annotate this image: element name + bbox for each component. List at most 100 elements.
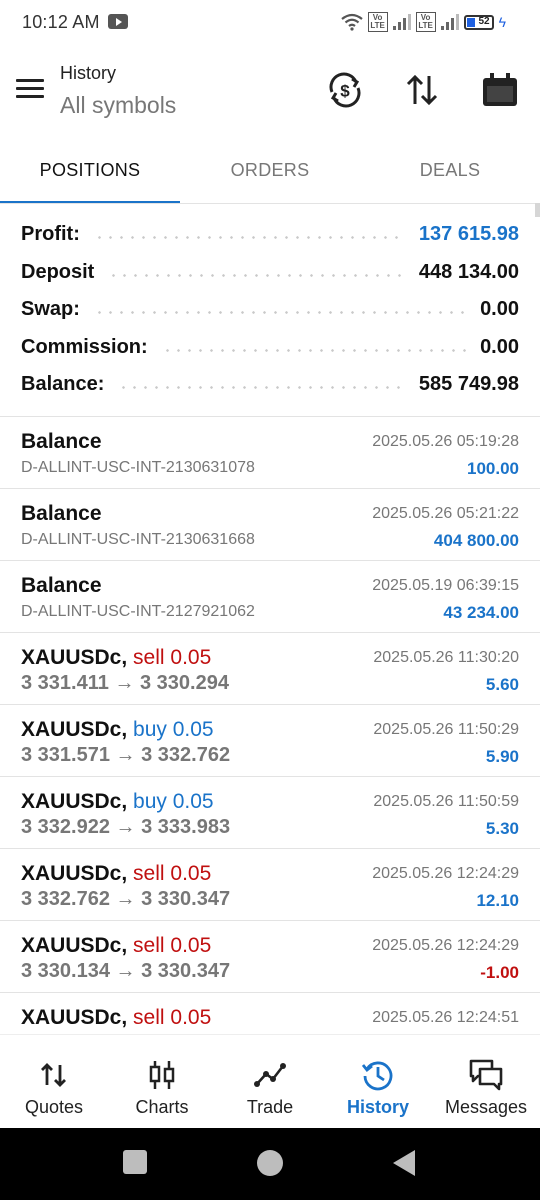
item-comment: D-ALLINT-USC-INT-2127921062: [21, 603, 255, 620]
arrow-icon: →: [115, 744, 136, 766]
item-amount: 100.00: [467, 459, 519, 478]
nav-messages[interactable]: Messages: [432, 1035, 540, 1128]
open-price: 3 332.922: [21, 816, 110, 838]
history-clock-icon: [361, 1061, 393, 1091]
nav-history[interactable]: History: [324, 1035, 432, 1128]
list-item[interactable]: XAUUSDc, sell 0.05 3 331.411 → 3 330.294…: [0, 633, 540, 705]
item-amount: 5.60: [485, 675, 519, 694]
nav-charts[interactable]: Charts: [108, 1035, 216, 1128]
item-symbol: XAUUSDc,: [21, 646, 128, 669]
calendar-icon[interactable]: [480, 70, 520, 110]
arrow-icon: →: [114, 672, 135, 694]
close-price: 3 330.347: [141, 888, 231, 910]
battery-level: 52: [478, 15, 490, 27]
item-symbol: XAUUSDc,: [21, 790, 128, 813]
arrow-icon: →: [115, 816, 136, 838]
item-amount: 5.30: [485, 819, 519, 838]
list-item[interactable]: XAUUSDc, sell 0.05 3 330.134 → 3 330.347…: [0, 921, 540, 993]
list-item[interactable]: XAUUSDc, sell 0.05 2025.05.26 12:24:51: [0, 993, 540, 1034]
currency-sync-icon[interactable]: $: [325, 70, 365, 110]
close-price: 3 332.762: [141, 744, 231, 766]
menu-icon[interactable]: [16, 79, 44, 99]
summary-profit: Profit: 137 615.98: [0, 216, 540, 254]
volte-icon-2: Vo LTE: [415, 12, 436, 32]
close-price: 3 330.347: [141, 960, 231, 982]
list-item[interactable]: XAUUSDc, buy 0.05 3 331.571 → 3 332.762 …: [0, 705, 540, 777]
home-button[interactable]: [257, 1150, 283, 1176]
summary-deposit: Deposit 448 134.00: [0, 254, 540, 292]
summary-label: Commission:: [21, 335, 148, 358]
sort-icon[interactable]: [402, 70, 442, 110]
trade-line-icon: [254, 1063, 286, 1087]
scrollbar[interactable]: [535, 203, 540, 217]
arrow-icon: →: [115, 888, 136, 910]
item-symbol: XAUUSDc,: [21, 1006, 128, 1029]
item-title: XAUUSDc, buy 0.05: [21, 718, 214, 742]
symbol-filter[interactable]: All symbols: [60, 92, 176, 119]
item-amount: 404 800.00: [433, 531, 519, 550]
item-time: 2025.05.26 11:30:20: [373, 649, 519, 666]
list-item[interactable]: Balance D-ALLINT-USC-INT-2130631668 2025…: [0, 489, 540, 561]
open-price: 3 331.571: [21, 744, 110, 766]
close-price: 3 330.294: [140, 672, 229, 694]
item-symbol: XAUUSDc,: [21, 718, 128, 741]
item-time: 2025.05.26 12:24:29: [372, 937, 519, 954]
status-bar: 10:12 AM Vo LTE Vo LTE 52 ϟ: [0, 0, 540, 48]
item-time: 2025.05.26 11:50:59: [373, 793, 519, 810]
youtube-notification-icon: [108, 14, 128, 29]
candlestick-icon: [149, 1061, 175, 1089]
nav-label: Trade: [246, 1097, 294, 1117]
back-button[interactable]: [393, 1150, 415, 1176]
item-side: buy 0.05: [133, 790, 214, 813]
app-header: History All symbols $: [0, 48, 540, 138]
item-title: XAUUSDc, buy 0.05: [21, 790, 214, 814]
item-prices: 3 331.411 → 3 330.294: [21, 672, 229, 695]
history-list[interactable]: Balance D-ALLINT-USC-INT-2130631078 2025…: [0, 417, 540, 1034]
signal-icon: [392, 14, 411, 30]
item-title: XAUUSDc, sell 0.05: [21, 934, 211, 958]
item-title: XAUUSDc, sell 0.05: [21, 1006, 211, 1030]
summary-value: 585 749.98: [418, 373, 519, 396]
open-price: 3 330.134: [21, 960, 110, 982]
item-title: Balance: [21, 430, 102, 453]
summary-label: Deposit: [21, 260, 95, 283]
tab-positions[interactable]: POSITIONS: [0, 138, 180, 204]
nav-label: Quotes: [24, 1097, 84, 1117]
signal-icon-2: [440, 14, 459, 30]
item-time: 2025.05.26 11:50:29: [373, 721, 519, 738]
nav-quotes[interactable]: Quotes: [0, 1035, 108, 1128]
item-comment: D-ALLINT-USC-INT-2130631078: [21, 459, 255, 476]
nav-label: Messages: [444, 1097, 528, 1117]
tab-deals[interactable]: DEALS: [360, 138, 540, 204]
item-side: sell 0.05: [133, 646, 212, 669]
nav-trade[interactable]: Trade: [216, 1035, 324, 1128]
item-comment: D-ALLINT-USC-INT-2130631668: [21, 531, 255, 548]
battery-icon: 52: [463, 14, 494, 30]
chat-bubbles-icon: [469, 1059, 503, 1091]
list-item[interactable]: XAUUSDc, buy 0.05 3 332.922 → 3 333.983 …: [0, 777, 540, 849]
item-symbol: XAUUSDc,: [21, 862, 128, 885]
bottom-navigation: Quotes Charts Trade History Messages: [0, 1034, 540, 1128]
item-time: 2025.05.26 05:21:22: [372, 505, 519, 522]
svg-text:$: $: [340, 82, 350, 101]
item-side: sell 0.05: [133, 934, 212, 957]
recent-apps-button[interactable]: [123, 1150, 147, 1174]
summary-value: 448 134.00: [418, 260, 519, 283]
item-time: 2025.05.26 05:19:28: [372, 433, 519, 450]
item-time: 2025.05.19 06:39:15: [372, 577, 519, 594]
nav-label: Charts: [135, 1097, 189, 1117]
volte-icon: Vo LTE: [367, 12, 388, 32]
summary-value: 0.00: [480, 298, 519, 321]
list-item[interactable]: Balance D-ALLINT-USC-INT-2130631078 2025…: [0, 417, 540, 489]
tab-orders[interactable]: ORDERS: [180, 138, 360, 204]
quotes-arrows-icon: [41, 1063, 66, 1087]
list-item[interactable]: Balance D-ALLINT-USC-INT-2127921062 2025…: [0, 561, 540, 633]
item-symbol: XAUUSDc,: [21, 934, 128, 957]
item-side: sell 0.05: [133, 1006, 212, 1029]
list-item[interactable]: XAUUSDc, sell 0.05 3 332.762 → 3 330.347…: [0, 849, 540, 921]
summary-balance: Balance: 585 749.98: [0, 366, 540, 404]
item-amount: 43 234.00: [443, 603, 519, 622]
open-price: 3 331.411: [21, 672, 109, 694]
history-tabs: POSITIONS ORDERS DEALS: [0, 138, 540, 204]
nav-label: History: [346, 1097, 409, 1117]
